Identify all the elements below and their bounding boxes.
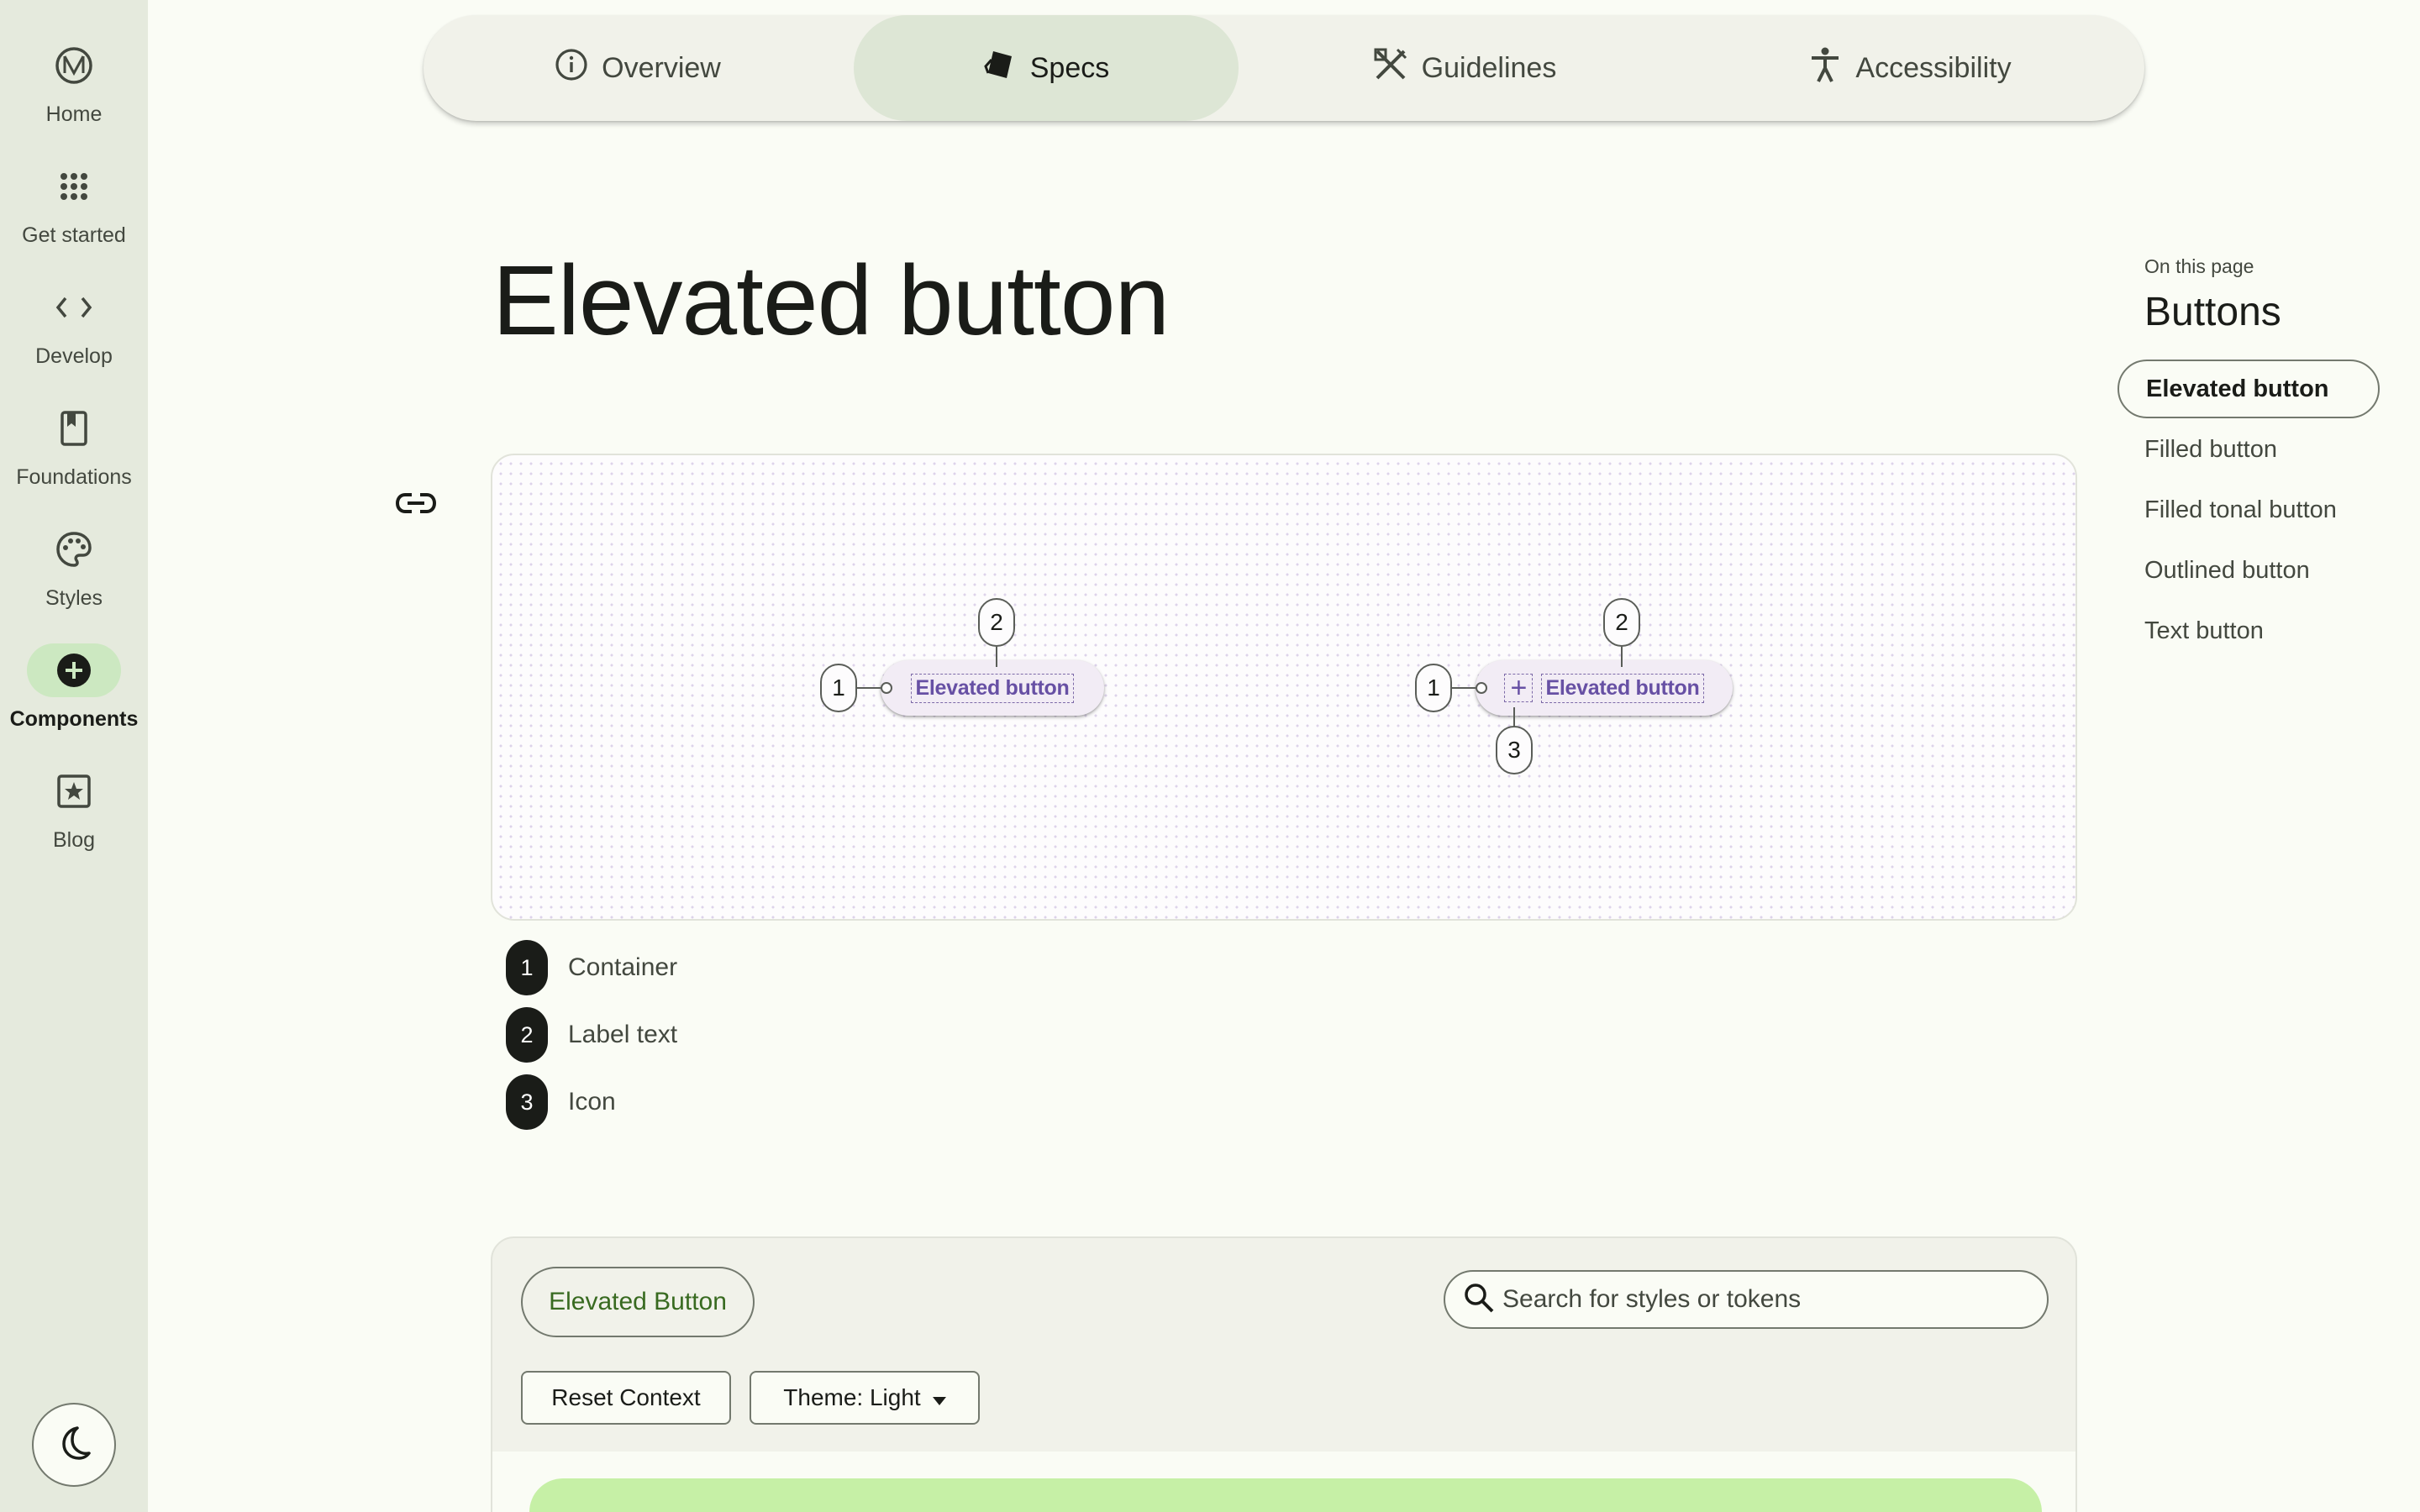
- anatomy-diagram: Elevated button 1 2 + Elevated button 1 …: [491, 454, 2077, 921]
- rail-label-styles: Styles: [45, 586, 103, 610]
- token-panel: Elevated Button Reset Context Theme: Lig…: [491, 1236, 2077, 1512]
- rail-item-get-started[interactable]: Get started: [0, 155, 148, 264]
- demo-button-icon-label: Elevated button: [1541, 673, 1704, 703]
- rail-item-components[interactable]: Components: [0, 638, 148, 748]
- token-search: [1444, 1270, 2049, 1329]
- marker-1-dot: [881, 682, 892, 694]
- marker-1b-dot: [1476, 682, 1487, 694]
- legend-number: 1: [506, 940, 548, 995]
- specs-tag-icon: [983, 48, 1017, 89]
- palette-icon: [27, 522, 121, 576]
- marker-1b: 1: [1415, 664, 1452, 712]
- page-title: Elevated button: [492, 245, 1170, 356]
- token-preview-banner: [529, 1478, 2042, 1512]
- marker-1b-leader: [1452, 687, 1476, 689]
- toc-item-elevated-button[interactable]: Elevated button: [2118, 360, 2380, 418]
- book-icon: [27, 402, 121, 455]
- link-icon[interactable]: [395, 491, 437, 520]
- toc-item-filled-button[interactable]: Filled button: [2118, 420, 2380, 479]
- tab-overview[interactable]: Overview: [437, 15, 839, 121]
- theme-select[interactable]: Theme: Light: [750, 1371, 980, 1425]
- toc-item-outlined-button[interactable]: Outlined button: [2118, 541, 2380, 600]
- rail-item-foundations[interactable]: Foundations: [0, 396, 148, 506]
- add-circle-icon: [27, 643, 121, 697]
- component-chip[interactable]: Elevated Button: [521, 1267, 755, 1337]
- legend-number: 2: [506, 1007, 548, 1063]
- toc-heading: On this page: [2144, 255, 2254, 277]
- rail-label-get-started: Get started: [22, 223, 126, 247]
- info-icon: [555, 48, 588, 89]
- toc-item-filled-tonal-button[interactable]: Filled tonal button: [2118, 480, 2380, 539]
- toc-title: Buttons: [2144, 290, 2281, 334]
- theme-select-label: Theme: Light: [783, 1384, 921, 1410]
- marker-3: 3: [1496, 726, 1533, 774]
- toc-item-text-button[interactable]: Text button: [2118, 601, 2380, 660]
- star-box-icon: [27, 764, 121, 818]
- accessibility-icon: [1808, 46, 1842, 91]
- marker-1: 1: [820, 664, 857, 712]
- tab-specs-label: Specs: [1029, 51, 1110, 84]
- tab-overview-label: Overview: [602, 51, 721, 84]
- reset-context-button[interactable]: Reset Context: [521, 1371, 731, 1425]
- marker-2b-leader: [1621, 647, 1623, 667]
- legend-text: Container: [568, 953, 678, 981]
- legend-text: Label text: [568, 1021, 678, 1048]
- legend-item: 3 Icon: [506, 1068, 677, 1136]
- design-tools-icon: [1373, 47, 1408, 90]
- legend-item: 2 Label text: [506, 1001, 677, 1068]
- legend-number: 3: [506, 1074, 548, 1130]
- rail-label-components: Components: [9, 707, 139, 731]
- marker-2-leader: [996, 647, 997, 667]
- dark-mode-moon-icon: [55, 1425, 92, 1466]
- rail-label-home: Home: [45, 102, 103, 126]
- rail-item-blog[interactable]: Blog: [0, 759, 148, 869]
- rail-label-foundations: Foundations: [16, 465, 132, 489]
- marker-1-leader: [857, 687, 881, 689]
- marker-3-leader: [1513, 707, 1515, 727]
- search-input[interactable]: [1502, 1285, 2040, 1314]
- rail-item-home[interactable]: Home: [0, 34, 148, 143]
- marker-2b: 2: [1603, 598, 1640, 647]
- legend-text: Icon: [568, 1088, 616, 1116]
- top-tab-bar: Overview Specs Guidelines Accessibility: [424, 15, 2144, 121]
- theme-toggle-button[interactable]: [32, 1403, 116, 1487]
- code-icon: [27, 281, 121, 334]
- apps-grid-icon: [27, 160, 121, 213]
- legend-item: 1 Container: [506, 934, 677, 1001]
- material-logo-icon: [27, 39, 121, 92]
- anatomy-legend: 1 Container 2 Label text 3 Icon: [506, 934, 677, 1136]
- rail-label-develop: Develop: [35, 344, 113, 368]
- tab-specs[interactable]: Specs: [854, 15, 1239, 121]
- demo-plus-icon: +: [1504, 674, 1534, 702]
- navigation-rail: Home Get started Develop Foundations Sty…: [0, 0, 148, 1512]
- rail-item-styles[interactable]: Styles: [0, 517, 148, 627]
- tab-guidelines[interactable]: Guidelines: [1264, 15, 1665, 121]
- marker-2: 2: [978, 598, 1015, 647]
- rail-item-develop[interactable]: Develop: [0, 276, 148, 385]
- tab-accessibility[interactable]: Accessibility: [1709, 15, 2111, 121]
- search-icon: [1462, 1281, 1496, 1319]
- rail-label-blog: Blog: [52, 828, 96, 852]
- tab-guidelines-label: Guidelines: [1421, 51, 1557, 84]
- reset-context-label: Reset Context: [551, 1384, 701, 1410]
- tab-accessibility-label: Accessibility: [1855, 51, 2012, 84]
- dropdown-arrow-icon: [932, 1384, 946, 1411]
- demo-button-label: Elevated button: [911, 673, 1074, 703]
- demo-elevated-button: Elevated button: [881, 660, 1104, 716]
